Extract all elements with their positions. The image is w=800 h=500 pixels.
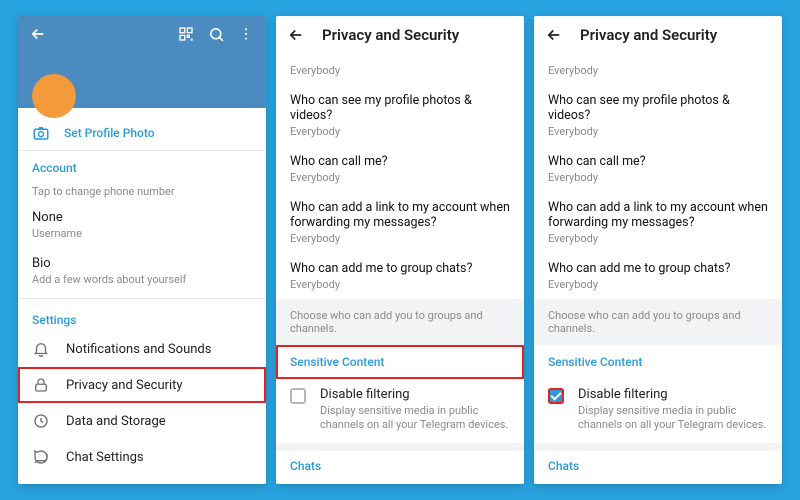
delete-drafts-row[interactable]: Delete All Cloud Drafts — [534, 481, 782, 484]
privacy-row-profile[interactable]: Who can see my profile photos & videos? … — [276, 85, 524, 146]
privacy-answer: Everybody — [548, 171, 768, 184]
privacy-answer: Everybody — [548, 278, 768, 291]
privacy-row-groups[interactable]: Who can add me to group chats? Everybody — [534, 253, 782, 299]
phone-hint[interactable]: Tap to change phone number — [18, 179, 266, 202]
section-gap — [276, 443, 524, 451]
back-button[interactable] — [284, 23, 308, 47]
disable-filtering-row[interactable]: Disable filtering Display sensitive medi… — [534, 379, 782, 443]
sensitive-content-header: Sensitive Content — [276, 345, 524, 379]
lock-icon — [32, 376, 50, 394]
bio-hint: Add a few words about yourself — [32, 273, 252, 286]
privacy-row-profile[interactable]: Who can see my profile photos & videos? … — [534, 85, 782, 146]
privacy-answer: Everybody — [290, 125, 510, 138]
privacy-answer: Everybody — [290, 64, 510, 77]
menu-label: Data and Storage — [66, 414, 166, 429]
titlebar: Privacy and Security — [276, 16, 524, 54]
disable-filtering-row[interactable]: Disable filtering Display sensitive medi… — [276, 379, 524, 443]
privacy-row-overflow[interactable]: Everybody — [276, 54, 524, 85]
privacy-row-forward[interactable]: Who can add a link to my account when fo… — [534, 192, 782, 253]
back-button[interactable] — [542, 23, 566, 47]
menu-label: Notifications and Sounds — [66, 342, 211, 357]
username-row[interactable]: None Username — [18, 202, 266, 248]
menu-notifications[interactable]: Notifications and Sounds — [18, 331, 266, 367]
divider — [18, 298, 266, 299]
username-hint: Username — [32, 227, 252, 240]
menu-chat[interactable]: Chat Settings — [18, 439, 266, 475]
disable-filtering-label: Disable filtering — [578, 387, 768, 402]
disable-filtering-checkbox[interactable] — [548, 388, 564, 404]
privacy-answer: Everybody — [548, 125, 768, 138]
privacy-row-forward[interactable]: Who can add a link to my account when fo… — [276, 192, 524, 253]
set-photo-label: Set Profile Photo — [64, 126, 155, 140]
privacy-question: Who can see my profile photos & videos? — [548, 93, 768, 123]
privacy-question: Who can add a link to my account when fo… — [548, 200, 768, 230]
privacy-question: Who can add me to group chats? — [548, 261, 768, 276]
privacy-row-groups[interactable]: Who can add me to group chats? Everybody — [276, 253, 524, 299]
chats-header: Chats — [534, 451, 782, 481]
section-gap — [534, 443, 782, 451]
menu-label: Chat Settings — [66, 450, 144, 465]
privacy-answer: Everybody — [548, 232, 768, 245]
page-title: Privacy and Security — [322, 26, 459, 44]
screen-privacy-checked: Privacy and Security Everybody Who can s… — [534, 16, 782, 484]
settings-section-label: Settings — [18, 303, 266, 331]
privacy-answer: Everybody — [290, 232, 510, 245]
privacy-question: Who can add a link to my account when fo… — [290, 200, 510, 230]
privacy-answer: Everybody — [290, 171, 510, 184]
privacy-answer: Everybody — [548, 64, 768, 77]
delete-drafts-row[interactable]: Delete All Cloud Drafts — [276, 481, 524, 484]
bio-value: Bio — [32, 256, 252, 271]
disable-filtering-desc: Display sensitive media in public channe… — [320, 404, 510, 433]
bio-row[interactable]: Bio Add a few words about yourself — [18, 248, 266, 294]
chats-header: Chats — [276, 451, 524, 481]
disable-filtering-label: Disable filtering — [320, 387, 510, 402]
disable-filtering-checkbox[interactable] — [290, 388, 306, 404]
qr-icon[interactable] — [174, 22, 198, 46]
username-value: None — [32, 210, 252, 225]
bell-icon — [32, 340, 50, 358]
camera-icon — [32, 124, 50, 142]
screen-settings: Set Profile Photo Account Tap to change … — [18, 16, 266, 484]
profile-header — [18, 16, 266, 108]
privacy-question: Who can call me? — [548, 154, 768, 169]
titlebar: Privacy and Security — [534, 16, 782, 54]
page-title: Privacy and Security — [580, 26, 717, 44]
privacy-question: Who can add me to group chats? — [290, 261, 510, 276]
menu-privacy[interactable]: Privacy and Security — [18, 367, 266, 403]
group-hint-band: Choose who can add you to groups and cha… — [276, 299, 524, 345]
data-icon — [32, 412, 50, 430]
privacy-question: Who can see my profile photos & videos? — [290, 93, 510, 123]
search-icon[interactable] — [204, 22, 228, 46]
more-icon[interactable] — [234, 22, 258, 46]
privacy-question: Who can call me? — [290, 154, 510, 169]
privacy-answer: Everybody — [290, 278, 510, 291]
menu-label: Privacy and Security — [66, 378, 183, 393]
disable-filtering-desc: Display sensitive media in public channe… — [578, 404, 768, 433]
avatar[interactable] — [32, 74, 76, 118]
menu-stickers[interactable]: Stickers and Emoji — [18, 475, 266, 484]
group-hint-band: Choose who can add you to groups and cha… — [534, 299, 782, 345]
chat-icon — [32, 448, 50, 466]
privacy-row-call[interactable]: Who can call me? Everybody — [534, 146, 782, 192]
back-button[interactable] — [26, 22, 50, 46]
privacy-row-call[interactable]: Who can call me? Everybody — [276, 146, 524, 192]
menu-data[interactable]: Data and Storage — [18, 403, 266, 439]
privacy-row-overflow[interactable]: Everybody — [534, 54, 782, 85]
sensitive-content-header: Sensitive Content — [534, 345, 782, 379]
screen-privacy-unchecked: Privacy and Security Everybody Who can s… — [276, 16, 524, 484]
account-section-label: Account — [18, 151, 266, 179]
